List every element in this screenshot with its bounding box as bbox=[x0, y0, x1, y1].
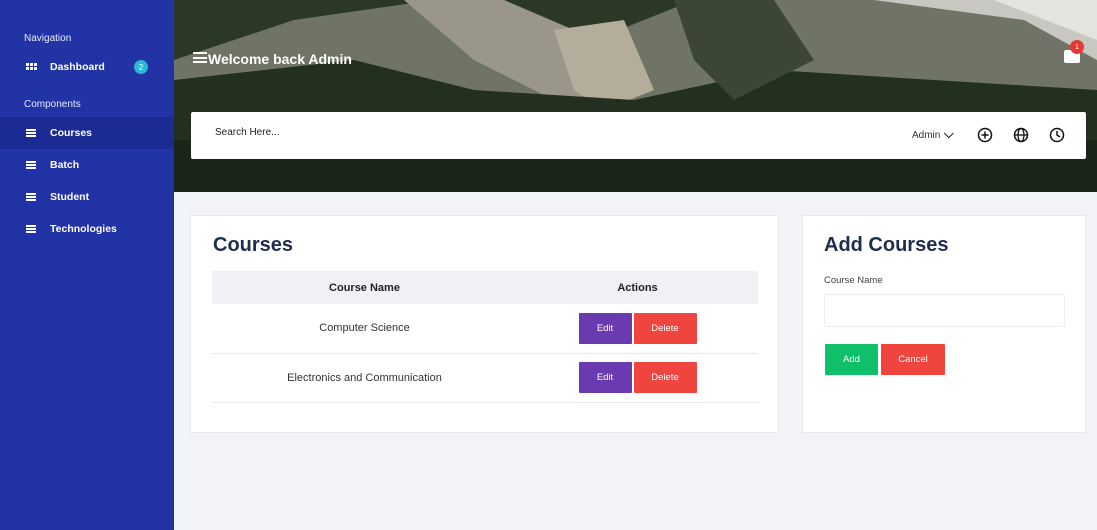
actions-cell: Edit Delete bbox=[517, 304, 758, 354]
mountain-background-image bbox=[174, 0, 1097, 192]
table-row: Computer Science Edit Delete bbox=[212, 304, 758, 354]
edit-button[interactable]: Edit bbox=[578, 312, 632, 344]
menu-toggle-icon[interactable] bbox=[193, 52, 207, 63]
edit-button[interactable]: Edit bbox=[578, 362, 632, 393]
sidebar-item-student[interactable]: Student bbox=[0, 181, 174, 213]
sidebar-item-courses[interactable]: Courses bbox=[0, 117, 174, 149]
welcome-heading: Welcome back Admin bbox=[208, 51, 352, 67]
admin-user-dropdown[interactable]: Admin bbox=[912, 128, 955, 141]
add-course-card: Add Courses Course Name Add Cancel bbox=[802, 215, 1086, 433]
list-icon bbox=[26, 193, 36, 201]
sidebar-item-label: Courses bbox=[50, 127, 93, 139]
clock-icon[interactable] bbox=[1049, 127, 1065, 143]
plus-circle-icon[interactable] bbox=[977, 127, 993, 143]
course-name-label: Course Name bbox=[824, 275, 883, 286]
nav-heading: Navigation bbox=[24, 33, 72, 44]
sidebar-item-label: Batch bbox=[50, 159, 80, 171]
sidebar-item-technologies[interactable]: Technologies bbox=[0, 213, 174, 245]
list-icon bbox=[26, 161, 36, 169]
delete-button[interactable]: Delete bbox=[633, 312, 697, 344]
list-icon bbox=[26, 129, 36, 137]
sidebar-item-batch[interactable]: Batch bbox=[0, 149, 174, 181]
course-name-cell: Computer Science bbox=[212, 304, 517, 354]
cancel-button[interactable]: Cancel bbox=[881, 344, 945, 375]
courses-table: Course Name Actions Computer Science Edi… bbox=[212, 271, 758, 403]
actions-cell: Edit Delete bbox=[517, 353, 758, 403]
components-heading: Components bbox=[24, 99, 81, 110]
dashboard-grid-icon bbox=[26, 63, 37, 71]
sidebar-item-label: Dashboard bbox=[50, 61, 105, 73]
column-header-actions: Actions bbox=[517, 271, 758, 304]
globe-icon[interactable] bbox=[1013, 127, 1029, 143]
sidebar-item-dashboard[interactable]: Dashboard 2 bbox=[0, 51, 174, 83]
top-search-bar: Admin bbox=[191, 112, 1086, 159]
course-name-cell: Electronics and Communication bbox=[212, 353, 517, 403]
sidebar-item-label: Student bbox=[50, 191, 90, 203]
add-button[interactable]: Add bbox=[825, 344, 878, 375]
courses-card: Courses Course Name Actions Computer Sci… bbox=[190, 215, 779, 433]
admin-user-label: Admin bbox=[912, 130, 941, 141]
sidebar-item-label: Technologies bbox=[50, 223, 117, 235]
courses-title: Courses bbox=[213, 234, 294, 256]
sidebar: Navigation Dashboard 2 Components Course… bbox=[0, 0, 174, 530]
table-row: Electronics and Communication Edit Delete bbox=[212, 353, 758, 403]
list-icon bbox=[26, 225, 36, 233]
add-course-title: Add Courses bbox=[824, 234, 949, 256]
delete-button[interactable]: Delete bbox=[633, 362, 697, 393]
course-name-field[interactable] bbox=[824, 294, 1065, 327]
dashboard-count-badge: 2 bbox=[134, 60, 148, 74]
column-header-course-name: Course Name bbox=[212, 271, 517, 304]
search-input[interactable] bbox=[215, 127, 535, 138]
chevron-down-icon bbox=[944, 128, 955, 139]
header-banner: Welcome back Admin 1 bbox=[174, 0, 1097, 192]
notification-badge: 1 bbox=[1070, 40, 1084, 54]
